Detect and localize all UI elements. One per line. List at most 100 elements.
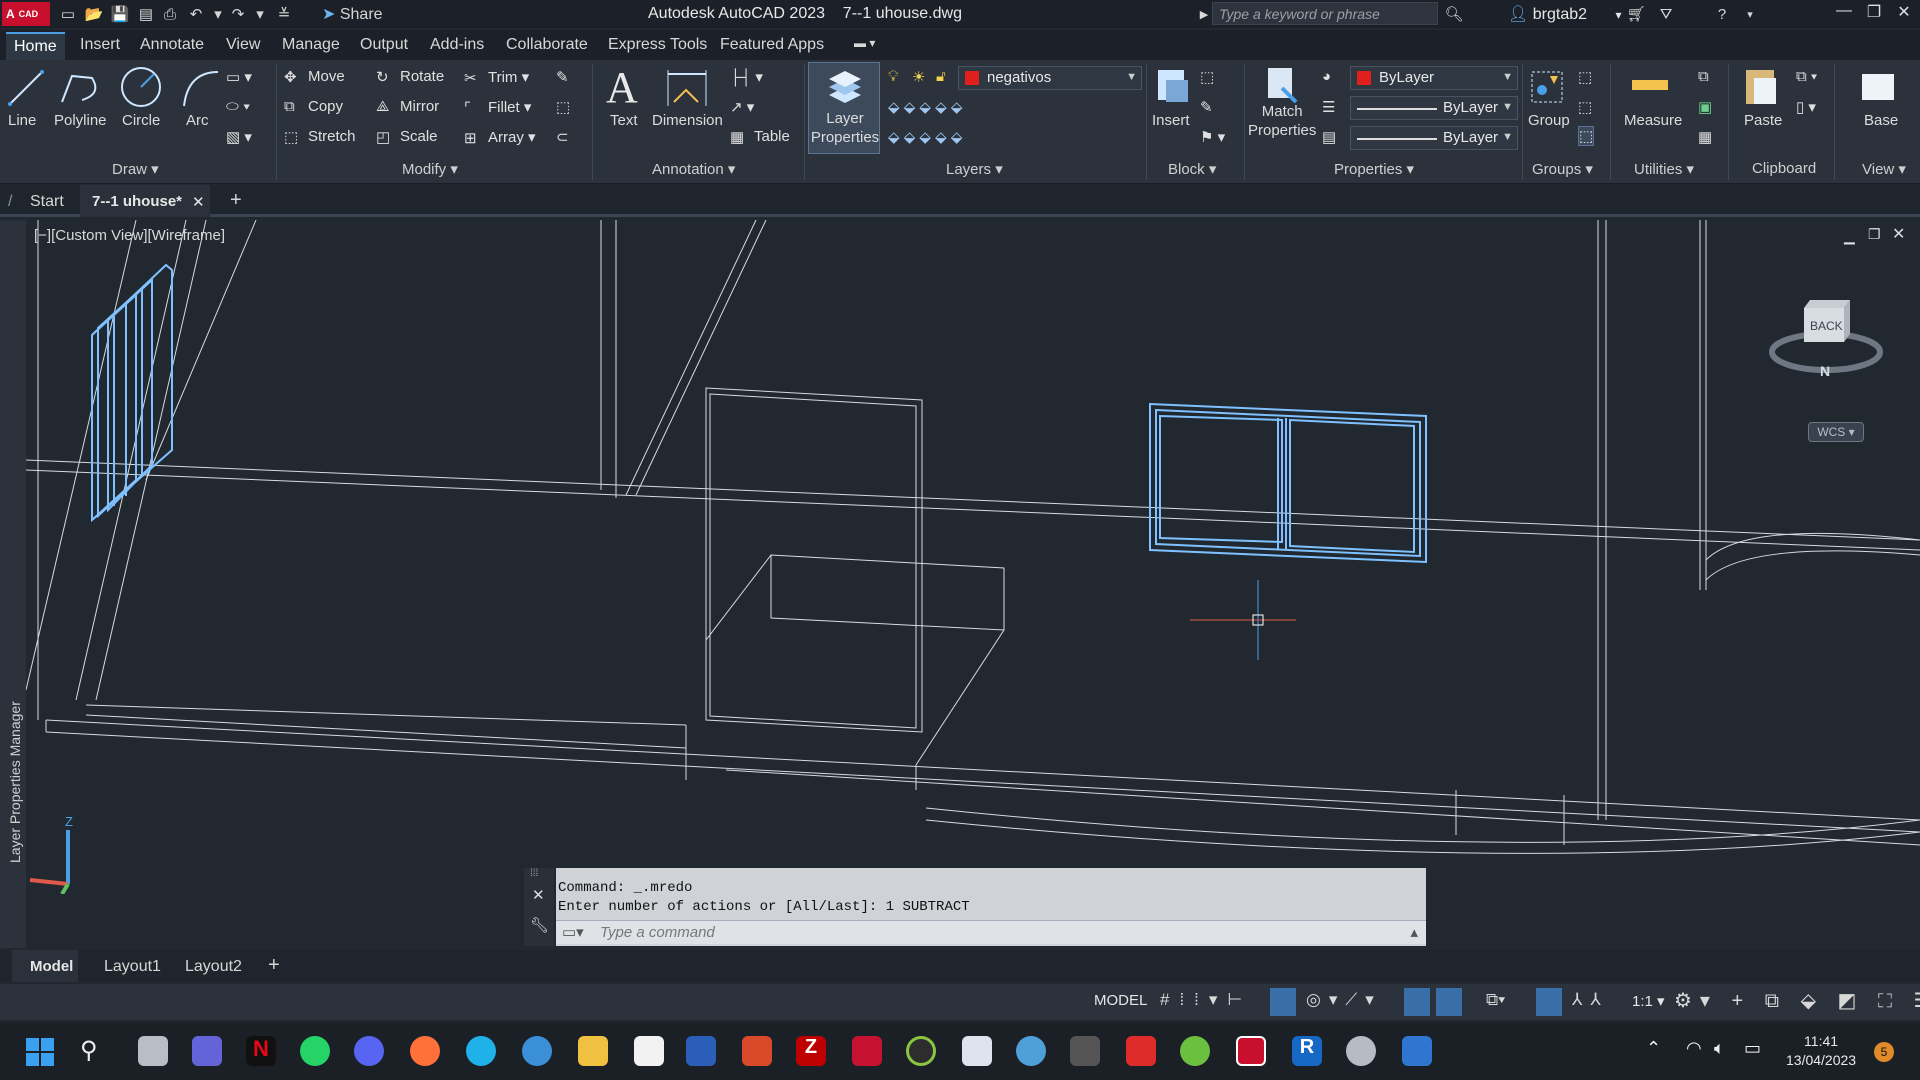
volume-icon[interactable]: 🔈︎ — [1714, 1038, 1725, 1059]
battery-icon[interactable]: ▭ — [1744, 1038, 1761, 1059]
groups-panel-title[interactable]: Groups ▾ — [1532, 160, 1593, 178]
measure-button[interactable]: Measure — [1624, 112, 1682, 129]
id-point-icon[interactable]: ⧉ — [1698, 68, 1709, 85]
command-input[interactable]: ▭▾ Type a command ▴ — [556, 920, 1426, 944]
layer-on-icon[interactable]: 💡︎ — [888, 68, 899, 85]
tab-add-ins[interactable]: Add-ins — [430, 36, 484, 54]
group-select-icon[interactable]: ⬚ — [1578, 126, 1595, 146]
vray-icon[interactable] — [1346, 1036, 1376, 1066]
cut-icon[interactable]: ▯ ▾ — [1796, 98, 1816, 116]
tab-express-tools[interactable]: Express Tools — [608, 36, 707, 54]
tab-annotate[interactable]: Annotate — [140, 36, 204, 54]
viewport-close-icon[interactable]: ✕ — [1892, 224, 1905, 244]
dimension-button[interactable]: Dimension — [652, 112, 723, 129]
redo-icon[interactable]: ↷ — [228, 4, 248, 24]
undo-dropdown-icon[interactable]: ▾ — [208, 4, 228, 24]
lineweight-dropdown[interactable]: ByLayer ▼ — [1350, 126, 1518, 150]
fillet-button[interactable]: ⌜ Fillet ▾ — [464, 98, 531, 117]
circle-button[interactable]: Circle — [122, 112, 160, 129]
autocad-logo[interactable]: A CAD — [2, 2, 50, 26]
cart-icon[interactable]: 🛒︎ — [1626, 4, 1646, 24]
status-toggle-icons-2[interactable]: ◎▾⟋▾ — [1306, 990, 1382, 1010]
user-account[interactable]: 👤︎ brgtab2 ▾ — [1508, 4, 1622, 24]
save-as-icon[interactable]: ▤ — [136, 4, 156, 24]
viewport-controls-label[interactable]: [−][Custom View][Wireframe] — [34, 227, 225, 244]
powerpoint-icon[interactable] — [742, 1036, 772, 1066]
layer-dropdown[interactable]: negativos ▼ — [958, 66, 1142, 90]
wcs-menu[interactable]: WCS ▾ — [1808, 422, 1864, 442]
help-search-input[interactable]: Type a keyword or phrase — [1212, 2, 1438, 25]
array-button[interactable]: ⊞ Array ▾ — [464, 128, 536, 147]
stretch-button[interactable]: ⬚ Stretch — [284, 128, 356, 146]
mail-icon[interactable] — [522, 1036, 552, 1066]
open-file-icon[interactable]: 📂 — [84, 4, 104, 24]
search-icon[interactable]: 🔍︎ — [1444, 4, 1464, 24]
task-view-icon[interactable] — [138, 1036, 168, 1066]
viewport-restore-icon[interactable]: ❐ — [1868, 226, 1881, 243]
tab-view[interactable]: View — [226, 36, 260, 54]
paste-button[interactable]: Paste — [1744, 112, 1782, 129]
notepad-icon[interactable] — [634, 1036, 664, 1066]
wifi-icon[interactable]: ◠ — [1686, 1038, 1702, 1059]
autocad-taskbar-icon[interactable] — [1236, 1036, 1266, 1066]
utilities-panel-title[interactable]: Utilities ▾ — [1634, 160, 1694, 178]
annotation-scale-dropdown[interactable]: 1:1 ▾ — [1632, 992, 1665, 1010]
word-icon[interactable] — [686, 1036, 716, 1066]
arc-button[interactable]: Arc — [186, 112, 209, 129]
calculator-icon[interactable]: ▦ — [1698, 128, 1712, 146]
new-tab-button[interactable]: + — [230, 189, 242, 212]
restore-button[interactable]: ❐ — [1862, 2, 1886, 24]
annotation-panel-title[interactable]: Annotation ▾ — [652, 160, 735, 178]
tab-featured-apps[interactable]: Featured Apps — [720, 36, 824, 54]
trim-button[interactable]: ✂ Trim ▾ — [464, 68, 529, 87]
ortho-toggle-icon[interactable] — [1270, 988, 1296, 1016]
layer-properties-button[interactable]: Layer Properties — [808, 62, 880, 154]
tab-output[interactable]: Output — [360, 36, 408, 54]
linear-dim-icon[interactable]: ├┤ ▾ — [730, 68, 763, 86]
earth-icon[interactable] — [1016, 1036, 1046, 1066]
tab-home[interactable]: Home — [6, 32, 65, 60]
table-button[interactable]: ▦ Table — [730, 128, 790, 146]
autocad-alt-icon[interactable] — [852, 1036, 882, 1066]
rotate-button[interactable]: ↻ Rotate — [376, 68, 444, 86]
system-clock[interactable]: 11:41 13/04/2023 — [1786, 1032, 1856, 1070]
save-icon[interactable]: 💾 — [110, 4, 130, 24]
annotation-visibility-icon[interactable] — [1536, 988, 1562, 1016]
annotation-scale-icons[interactable]: ⅄⅄ — [1572, 990, 1609, 1010]
quick-select-icon[interactable]: ▣ — [1698, 98, 1712, 116]
offset-icon[interactable]: ⊂ — [556, 128, 569, 146]
share-button[interactable]: ➤ Share — [322, 4, 383, 24]
layer-tools-row2[interactable]: ⬙ ⬙ ⬙ ⬙ ⬙ — [888, 98, 962, 116]
close-window-button[interactable]: ✕ — [1892, 2, 1916, 24]
mirror-button[interactable]: ⟁ Mirror — [376, 98, 439, 116]
object-snap-toggle-icon[interactable] — [1404, 988, 1430, 1016]
netflix-icon[interactable]: N — [246, 1036, 276, 1066]
leader-icon[interactable]: ↗ ▾ — [730, 98, 754, 116]
file-explorer-icon[interactable] — [578, 1036, 608, 1066]
selection-cycling-icon[interactable]: ⧉▾ — [1486, 990, 1505, 1010]
discord-icon[interactable] — [354, 1036, 384, 1066]
block-panel-title[interactable]: Block ▾ — [1168, 160, 1216, 178]
plot-icon[interactable]: ⎙ — [160, 4, 180, 24]
drawing-viewport[interactable]: [−][Custom View][Wireframe] ▁ ❐ ✕ BACK N… — [26, 220, 1920, 948]
start-tab[interactable]: Start — [30, 193, 64, 211]
layer-properties-manager-tab[interactable]: Layer Properties Manager — [7, 701, 23, 863]
scale-button[interactable]: ◰ Scale — [376, 128, 438, 146]
active-drawing-tab[interactable]: 7--1 uhouse* ✕ — [80, 185, 210, 217]
model-tab[interactable]: Model — [12, 950, 78, 982]
teams-chat-icon[interactable] — [192, 1036, 222, 1066]
osnap-tracking-toggle-icon[interactable] — [1436, 988, 1462, 1016]
new-file-icon[interactable]: ▭ — [58, 4, 78, 24]
search-taskbar-icon[interactable]: ⚲ — [80, 1036, 98, 1065]
edit-block-icon[interactable]: ✎ — [1200, 98, 1213, 116]
user-dropdown-icon[interactable]: ▾ — [1615, 8, 1621, 22]
search-expand-icon[interactable]: ▶ — [1194, 4, 1214, 24]
hatch-icon[interactable]: ⬭ ▾ — [226, 98, 250, 115]
insert-button[interactable]: Insert — [1152, 112, 1190, 129]
layout2-tab[interactable]: Layout2 — [185, 958, 242, 976]
document-icon[interactable] — [1402, 1036, 1432, 1066]
command-customize-icon[interactable]: 🔧︎ — [530, 916, 549, 934]
layers-panel-title[interactable]: Layers ▾ — [946, 160, 1003, 178]
line-button[interactable]: Line — [8, 112, 36, 129]
command-close-icon[interactable]: ✕ — [532, 886, 545, 904]
